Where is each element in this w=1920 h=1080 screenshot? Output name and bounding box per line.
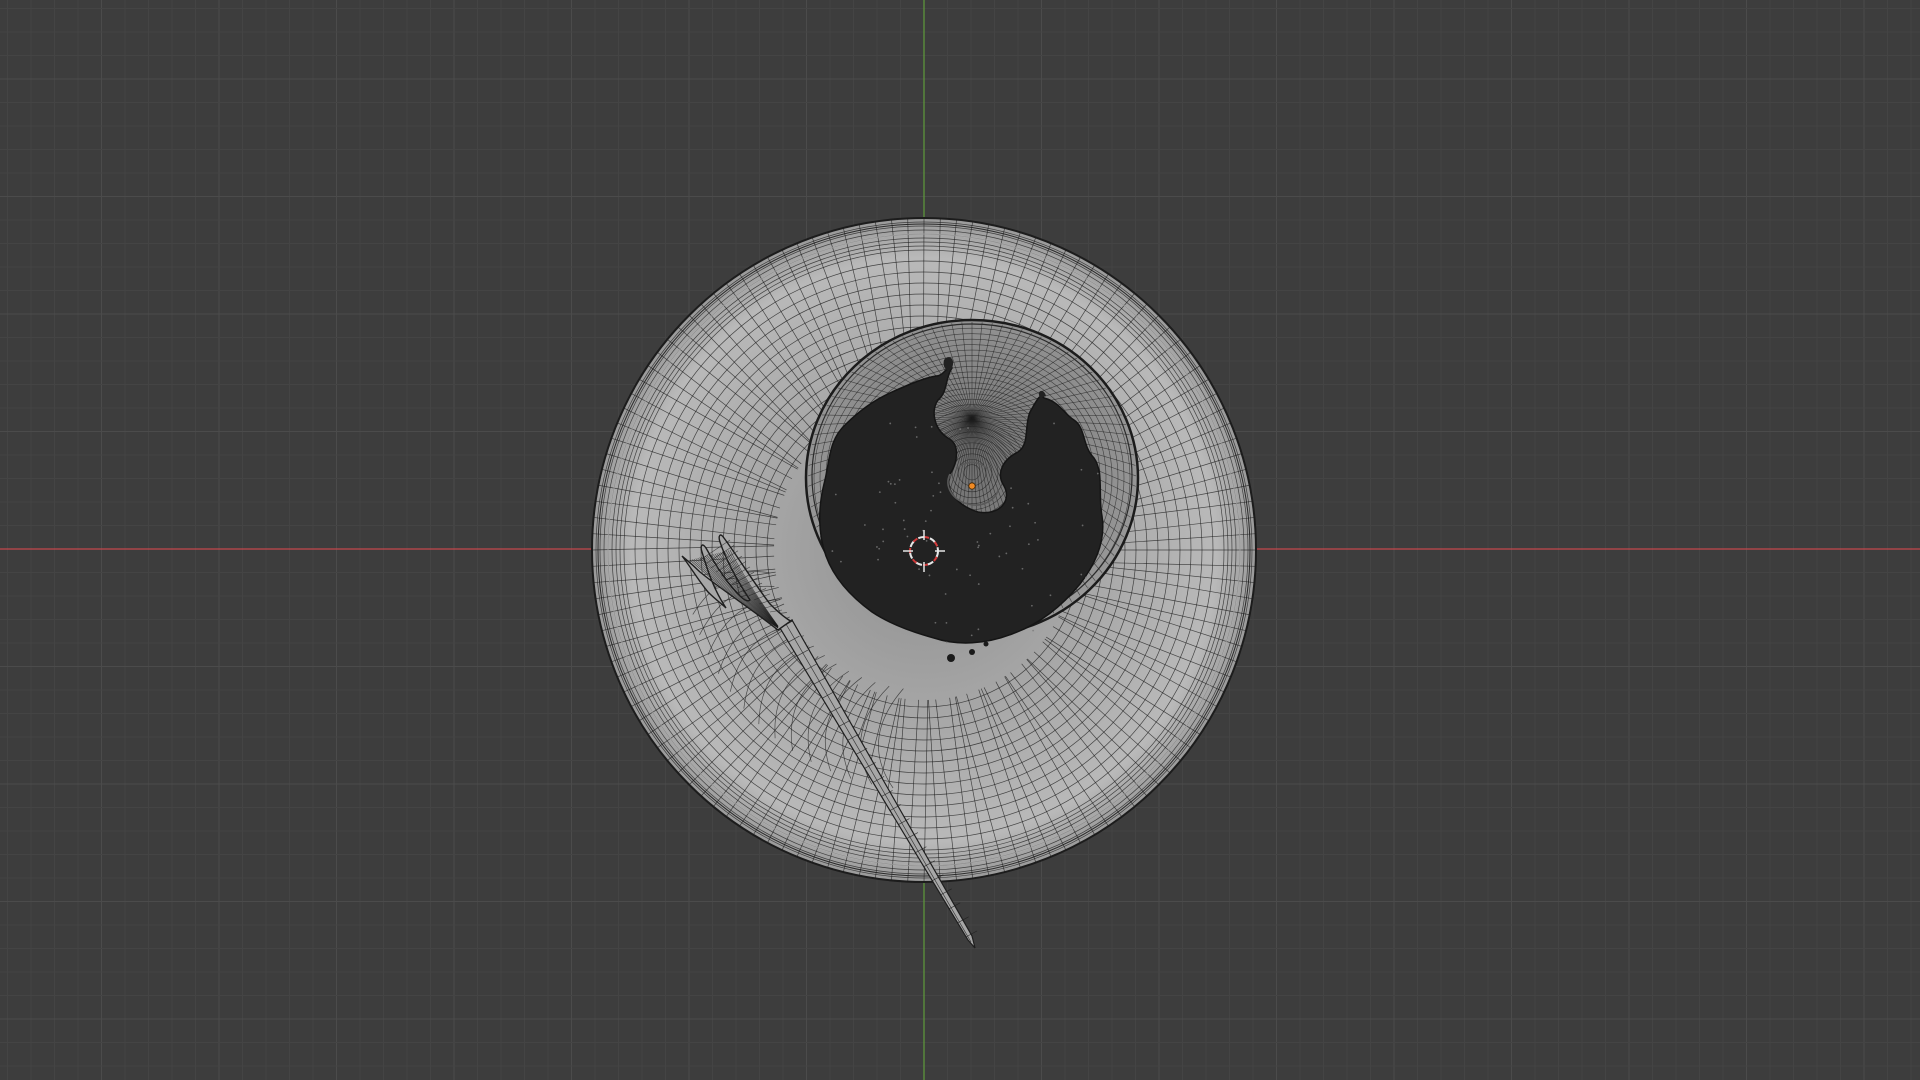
- viewport-canvas[interactable]: [0, 0, 1920, 1080]
- 3d-viewport[interactable]: [0, 0, 1920, 1080]
- object-origin-dot: [968, 482, 976, 490]
